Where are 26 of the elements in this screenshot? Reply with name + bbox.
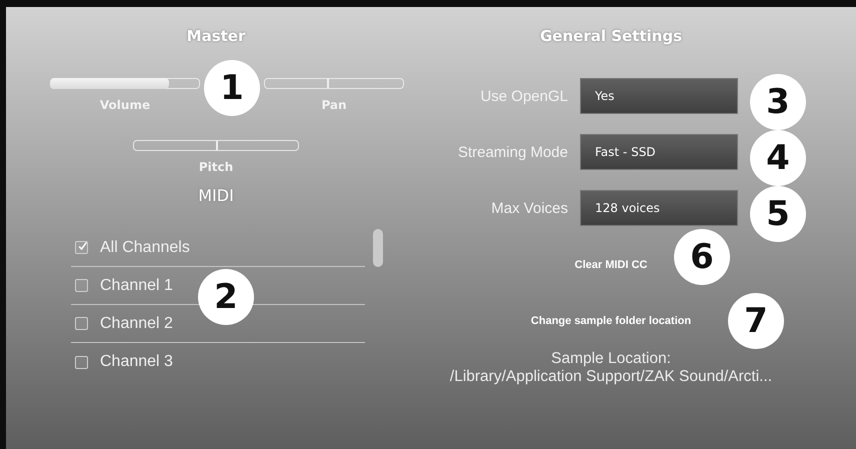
callout-badge: 1	[204, 60, 260, 116]
callout-badge: 2	[198, 269, 254, 325]
channel-label: Channel 1	[100, 276, 173, 294]
sample-location-label: Sample Location:	[551, 350, 671, 368]
slider-label: Pitch	[198, 160, 234, 174]
dropdown[interactable]: Yes	[580, 78, 738, 114]
callout-badge: 6	[674, 229, 730, 285]
section-title: General Settings	[540, 27, 682, 45]
setting-label: Use OpenGL	[479, 88, 568, 104]
setting-label: Streaming Mode	[456, 144, 568, 160]
setting-label: Max Voices	[490, 200, 568, 216]
channel-label: Channel 2	[100, 314, 173, 332]
channel-label: Channel 3	[100, 353, 173, 371]
text-button[interactable]: Change sample folder location	[528, 313, 694, 329]
section-title: Master	[186, 27, 246, 45]
callout-badge: 7	[728, 293, 784, 349]
channel-label: All Channels	[100, 238, 190, 256]
slider-label: Volume	[100, 98, 150, 112]
callout-badge: 5	[750, 186, 806, 242]
sample-location-path: /Library/Application Support/ZAK Sound/Arcti...	[450, 368, 772, 386]
slider-label: Pan	[321, 98, 347, 112]
callout-badge: 3	[750, 74, 806, 130]
dropdown[interactable]: 128 voices	[580, 190, 738, 226]
section-title: MIDI	[198, 186, 234, 205]
dropdown[interactable]: Fast - SSD	[580, 134, 738, 170]
callout-badge: 4	[750, 130, 806, 186]
